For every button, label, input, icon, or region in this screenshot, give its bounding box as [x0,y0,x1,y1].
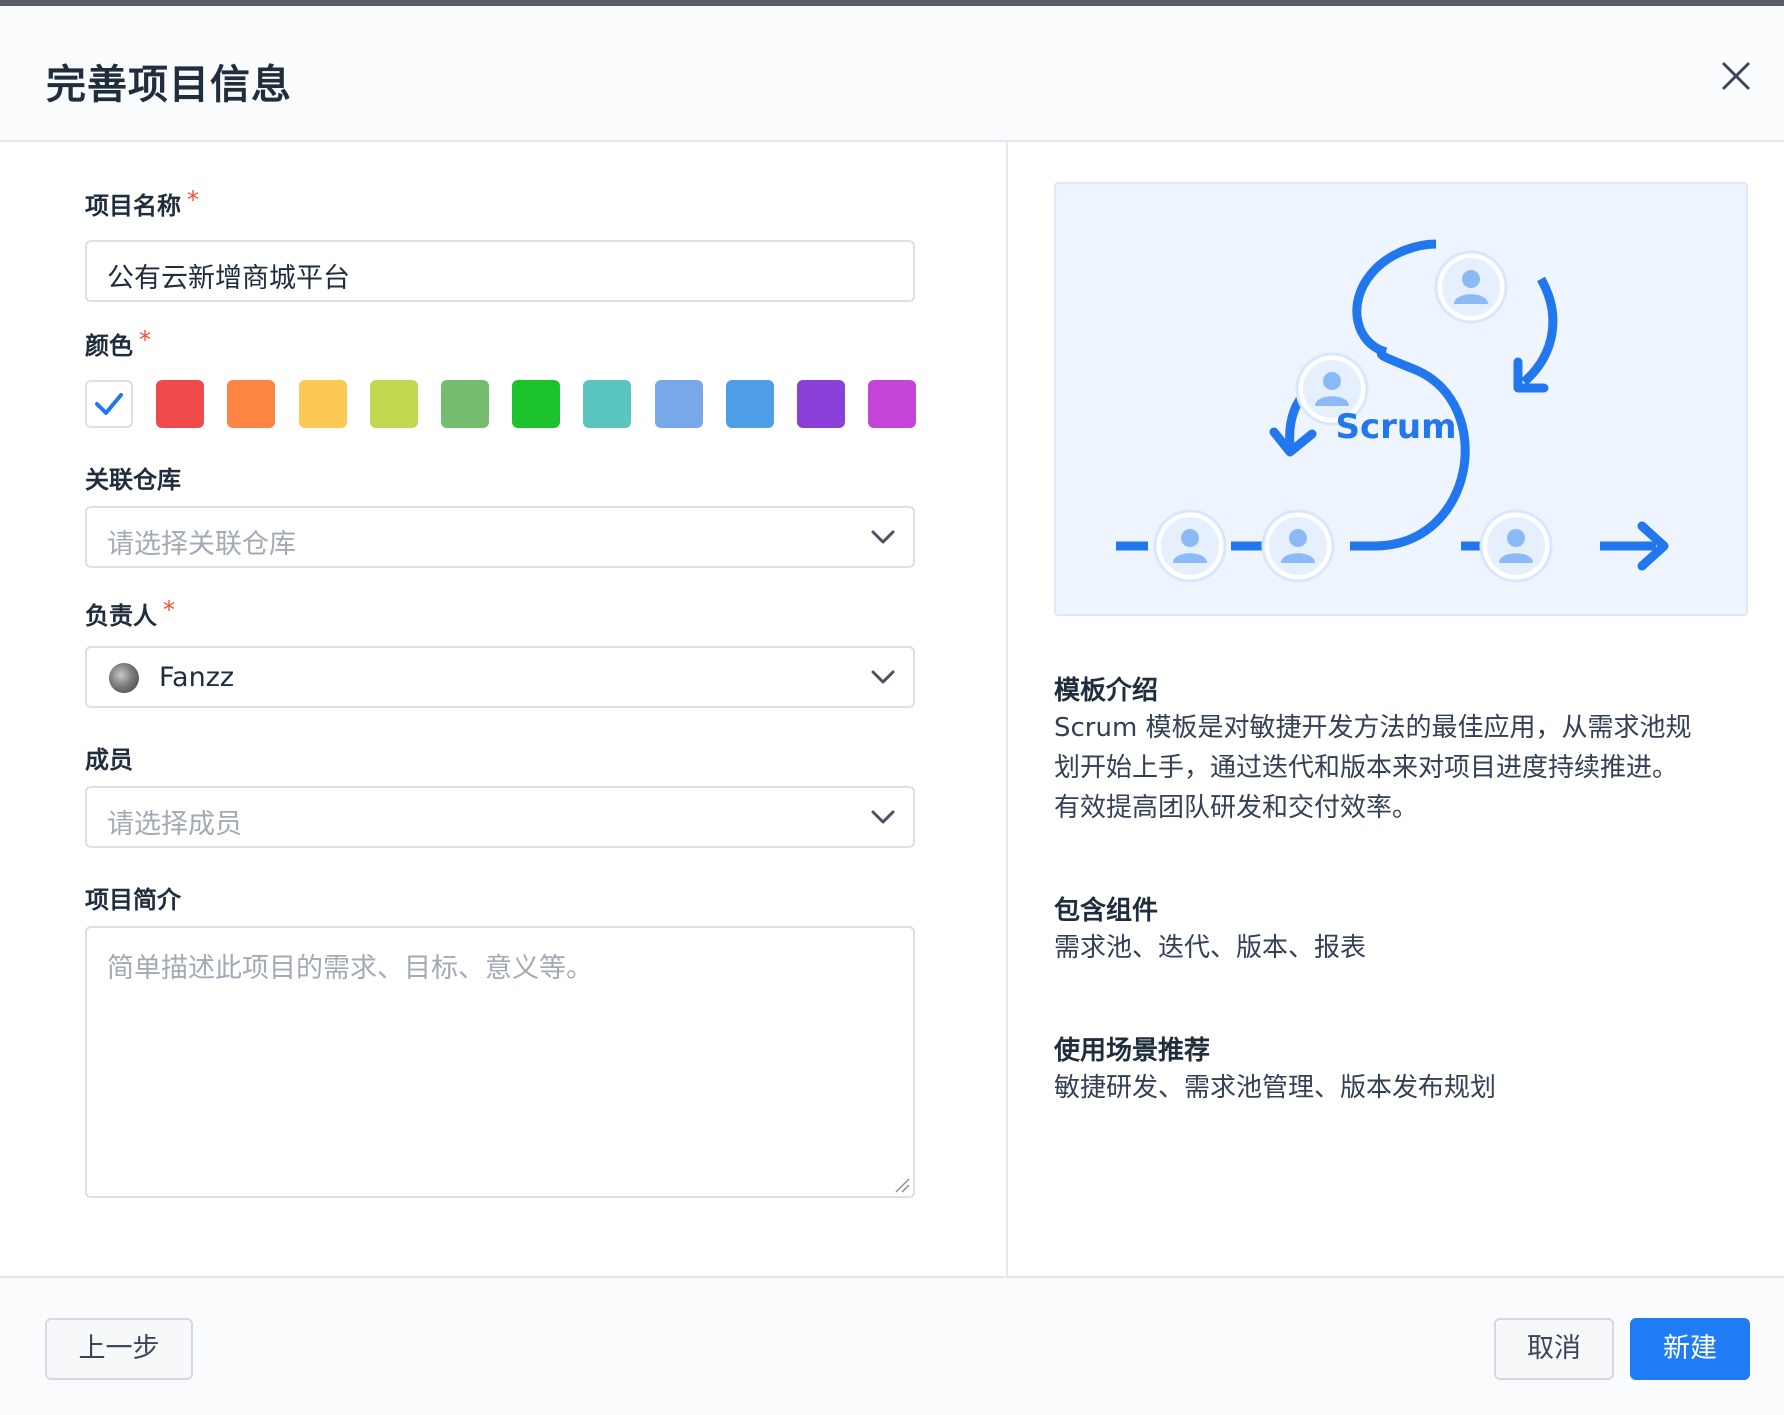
required-mark: * [187,186,199,214]
project-name-label-text: 项目名称 [85,192,181,220]
resize-handle-icon[interactable] [893,1176,911,1194]
color-swatch[interactable] [583,380,632,428]
members-label: 成员 [85,746,133,774]
user-icon [1479,509,1553,583]
project-name-value: 公有云新增商城平台 [107,263,350,294]
color-swatch[interactable] [85,380,133,428]
dialog-header: 完善项目信息 [0,6,1784,142]
project-name-input[interactable]: 公有云新增商城平台 [85,240,915,302]
intro-placeholder: 简单描述此项目的需求、目标、意义等。 [107,953,593,984]
intro-label: 项目简介 [85,886,181,914]
close-icon[interactable] [1716,56,1756,96]
avatar [109,663,139,693]
repo-label: 关联仓库 [85,466,181,494]
scenario-text: 敏捷研发、需求池管理、版本发布规划 [1054,1073,1497,1103]
intro-line: Scrum 模板是对敏捷开发方法的最佳应用，从需求池规 [1054,713,1692,743]
cancel-button[interactable]: 取消 [1494,1318,1614,1380]
owner-value: Fanzz [159,662,235,693]
scrum-diagram: Scrum [1116,239,1669,583]
owner-label-text: 负责人 [85,602,157,630]
color-swatch[interactable] [868,380,917,428]
components-title: 包含组件 [1054,896,1159,926]
color-swatch[interactable] [441,380,489,428]
check-icon [95,393,123,415]
members-placeholder: 请选择成员 [107,809,242,840]
intro-line: 有效提高团队研发和交付效率。 [1054,793,1419,823]
user-icon [1434,250,1508,324]
scenario-title: 使用场景推荐 [1054,1036,1211,1066]
members-select[interactable]: 请选择成员 [85,786,915,848]
scrum-label: Scrum [1335,407,1456,447]
required-mark: * [139,326,151,354]
owner-label: 负责人 * [85,596,175,631]
owner-select[interactable]: Fanzz [85,646,915,708]
form-panel: 项目名称 * 公有云新增商城平台 颜色 * 关联仓库 请选择关联仓库 负责人 * Fa… [0,142,1008,1276]
template-intro-text: Scrum 模板是对敏捷开发方法的最佳应用，从需求池规 划开始上手，通过迭代和版… [1054,708,1744,828]
project-intro-textarea[interactable]: 简单描述此项目的需求、目标、意义等。 [85,926,915,1198]
color-swatch[interactable] [797,380,845,428]
color-swatch[interactable] [227,380,276,428]
dialog-footer: 上一步 取消 新建 [0,1276,1784,1415]
color-label-text: 颜色 [85,332,133,360]
components-text: 需求池、迭代、版本、报表 [1054,933,1367,963]
chevron-down-icon [871,530,895,544]
color-swatch[interactable] [369,380,418,428]
template-panel: Scrum 模板介绍 Scrum 模板是对敏捷开发方法的最佳应用，从需求池规 划… [1008,142,1784,1276]
user-icon [1261,509,1335,583]
scrum-illustration: Scrum [1054,182,1748,616]
create-button[interactable]: 新建 [1630,1318,1750,1380]
chevron-down-icon [871,810,895,824]
project-info-dialog: 完善项目信息 项目名称 * 公有云新增商城平台 颜色 * 关联仓库 请选择关联仓库 … [0,6,1784,1415]
color-swatch[interactable] [298,380,347,428]
user-icon [1153,509,1227,583]
color-label: 颜色 * [85,326,151,361]
color-swatch[interactable] [156,380,205,428]
repo-select[interactable]: 请选择关联仓库 [85,506,915,568]
required-mark: * [163,596,175,624]
chevron-down-icon [871,670,895,684]
color-picker [85,380,917,430]
project-name-label: 项目名称 * [85,186,199,221]
dialog-title: 完善项目信息 [46,62,292,108]
template-intro-title: 模板介绍 [1054,676,1159,706]
color-swatch[interactable] [512,380,561,428]
intro-line: 划开始上手，通过迭代和版本来对项目进度持续推进。 [1054,753,1679,783]
color-swatch[interactable] [654,380,703,428]
color-swatch[interactable] [725,380,774,428]
prev-step-button[interactable]: 上一步 [45,1318,193,1380]
repo-placeholder: 请选择关联仓库 [107,529,296,560]
